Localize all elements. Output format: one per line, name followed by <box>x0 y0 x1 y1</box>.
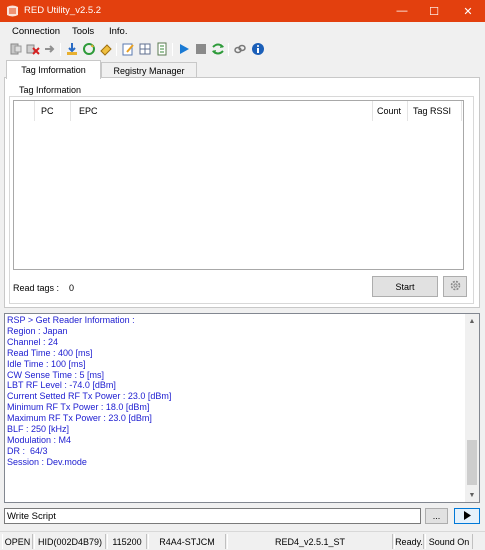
status-port-state: OPEN <box>2 534 33 549</box>
link-icon[interactable] <box>233 42 247 56</box>
window-title: RED Utility_v2.5.2 <box>24 5 102 16</box>
log-line: Region : Japan <box>7 325 68 336</box>
play-arrow-icon <box>463 510 472 522</box>
gear-icon <box>449 279 462 294</box>
menu-tools[interactable]: Tools <box>72 26 94 37</box>
status-ready: Ready. <box>394 534 424 549</box>
log-line: CW Sense Time : 5 [ms] <box>7 369 105 380</box>
log-line: DR : 64/3 <box>7 445 48 456</box>
log-line: Modulation : M4 <box>7 434 72 445</box>
tab-tag-information[interactable]: Tag Imformation <box>6 60 101 79</box>
log-line: Maximum RF Tx Power : 23.0 [dBm] <box>7 413 152 424</box>
column-separator <box>372 101 373 121</box>
log-line: Current Setted RF Tx Power : 23.0 [dBm] <box>7 391 172 402</box>
read-tags-label: Read tags : <box>13 283 60 293</box>
maximize-button[interactable]: ☐ <box>418 0 450 22</box>
app-logo-icon <box>6 5 19 17</box>
minimize-button[interactable]: — <box>386 0 418 22</box>
browse-button[interactable]: ... <box>425 508 448 524</box>
refresh-icon[interactable] <box>82 42 96 56</box>
status-sound: Sound On <box>425 534 473 549</box>
menu-connection[interactable]: Connection <box>12 26 60 37</box>
column-header-count[interactable]: Count <box>377 106 401 116</box>
log-output[interactable]: RSP > Get Reader Information : Region : J… <box>4 313 480 503</box>
close-button[interactable]: ✕ <box>452 0 484 22</box>
start-button[interactable]: Start <box>372 276 438 297</box>
download-icon[interactable] <box>65 42 79 56</box>
column-header-pc[interactable]: PC <box>41 106 54 116</box>
read-tags-count: 0 <box>69 283 75 293</box>
document-icon[interactable] <box>155 42 169 56</box>
status-firmware-version: RED4_v2.5.1_ST <box>227 534 393 549</box>
log-line: Session : Dev.mode <box>7 456 87 467</box>
column-header-tag-rssi[interactable]: Tag RSSI <box>413 106 451 116</box>
log-line: RSP > Get Reader Information : <box>7 315 135 325</box>
log-line: Channel : 24 <box>7 336 59 347</box>
toolbar <box>0 40 485 60</box>
toolbar-separator <box>228 43 229 56</box>
log-line: BLF : 250 [kHz] <box>7 424 70 435</box>
scroll-thumb[interactable] <box>467 440 477 485</box>
toolbar-separator <box>116 43 117 56</box>
column-separator <box>407 101 408 121</box>
menu-info[interactable]: Info. <box>109 26 128 37</box>
column-header-epc[interactable]: EPC <box>79 106 98 116</box>
log-line: Idle Time : 100 [ms] <box>7 358 86 369</box>
reconnect-icon[interactable] <box>43 42 57 56</box>
play-icon[interactable] <box>177 42 191 56</box>
grid-icon[interactable] <box>138 42 152 56</box>
status-reader-model: R4A4-STJCM <box>148 534 226 549</box>
log-line: Minimum RF Tx Power : 18.0 [dBm] <box>7 402 150 413</box>
toolbar-separator <box>172 43 173 56</box>
scroll-up-icon[interactable]: ▲ <box>465 314 479 328</box>
toolbar-separator <box>60 43 61 56</box>
log-lines: RSP > Get Reader Information : Region : J… <box>7 315 465 468</box>
status-bar: OPEN HID(002D4B79) 115200 R4A4-STJCM RED… <box>0 531 485 550</box>
settings-button[interactable] <box>443 276 467 297</box>
connect-icon[interactable] <box>9 42 23 56</box>
run-script-button[interactable] <box>454 508 480 524</box>
eraser-icon[interactable] <box>99 42 113 56</box>
menu-bar: Connection Tools Info. <box>0 22 485 40</box>
script-input[interactable] <box>4 508 421 524</box>
title-bar: RED Utility_v2.5.2 — ☐ ✕ <box>0 0 485 22</box>
column-separator <box>461 101 462 121</box>
tag-list[interactable]: PC EPC Count Tag RSSI <box>13 100 464 270</box>
status-baud-rate: 115200 <box>107 534 147 549</box>
scroll-down-icon[interactable]: ▼ <box>465 488 479 502</box>
log-line: Read Time : 400 [ms] <box>7 347 93 358</box>
disconnect-icon[interactable] <box>26 42 40 56</box>
column-separator <box>70 101 71 121</box>
cycle-icon[interactable] <box>211 42 225 56</box>
log-line: LBT RF Level : -74.0 [dBm] <box>7 380 116 391</box>
stop-icon[interactable] <box>194 42 208 56</box>
status-device-id: HID(002D4B79) <box>34 534 106 549</box>
column-separator <box>34 101 35 121</box>
edit-icon[interactable] <box>121 42 135 56</box>
group-title: Tag Information <box>17 85 84 95</box>
log-scrollbar[interactable]: ▲ ▼ <box>465 314 479 502</box>
info-icon[interactable] <box>251 42 265 56</box>
